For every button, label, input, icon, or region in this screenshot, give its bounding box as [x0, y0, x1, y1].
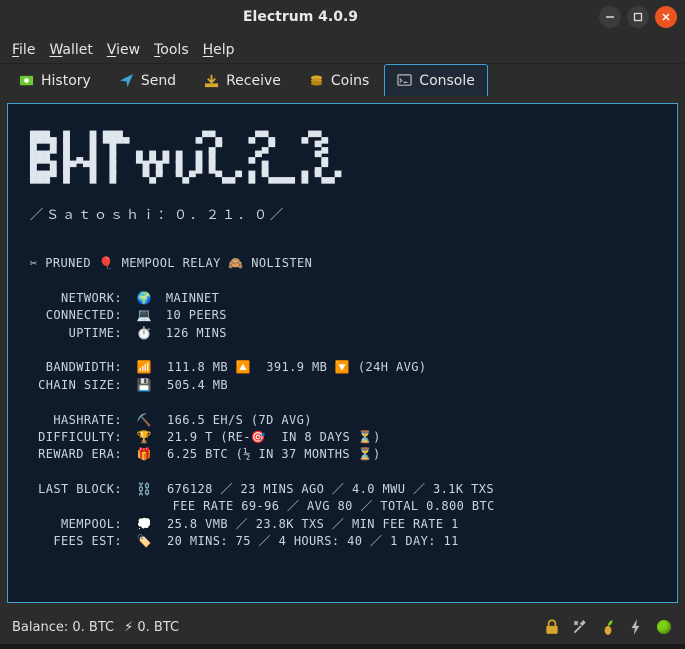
menubar: File Wallet View Tools Help	[0, 34, 685, 64]
network-status-icon[interactable]	[655, 618, 673, 636]
menu-file[interactable]: File	[12, 42, 35, 58]
menu-view[interactable]: View	[107, 42, 140, 58]
console-output: ███▄ █ █ ███▄ ▄▀▀▄ ▄▀▀▄ ▄▀▀▄ █ █ █ █ █ ▄…	[7, 103, 678, 603]
tab-label: Coins	[331, 73, 369, 89]
window-close-button[interactable]	[655, 6, 677, 28]
menu-tools[interactable]: Tools	[154, 42, 189, 58]
history-icon	[19, 73, 34, 88]
send-icon	[119, 73, 134, 88]
window-maximize-button[interactable]	[627, 6, 649, 28]
tab-send[interactable]: Send	[106, 64, 189, 96]
tab-receive[interactable]: Receive	[191, 64, 294, 96]
satoshi-line: ／Ｓａｔｏｓｈｉ：０．２１．０／	[30, 207, 661, 226]
statusbar: Balance: 0. BTC ⚡ 0. BTC	[0, 610, 685, 644]
coins-icon	[309, 73, 324, 88]
tab-console[interactable]: Console	[384, 64, 488, 96]
tabbar: History Send Receive Coins Console	[0, 64, 685, 96]
tab-coins[interactable]: Coins	[296, 64, 382, 96]
lightning-balance: ⚡ 0. BTC	[124, 620, 179, 635]
tab-label: History	[41, 73, 91, 89]
lightning-icon[interactable]	[627, 618, 645, 636]
tab-history[interactable]: History	[6, 64, 104, 96]
window-minimize-button[interactable]	[599, 6, 621, 28]
console-icon	[397, 73, 412, 88]
tab-label: Console	[419, 73, 475, 89]
console-body: ✂ PRUNED 🎈 MEMPOOL RELAY 🙈 NOLISTEN NETW…	[30, 255, 661, 551]
ascii-banner: ███▄ █ █ ███▄ ▄▀▀▄ ▄▀▀▄ ▄▀▀▄ █ █ █ █ █ ▄…	[30, 133, 661, 183]
preferences-icon[interactable]	[571, 618, 589, 636]
menu-wallet[interactable]: Wallet	[49, 42, 92, 58]
seed-icon[interactable]	[599, 618, 617, 636]
lock-icon[interactable]	[543, 618, 561, 636]
menu-help[interactable]: Help	[203, 42, 235, 58]
tab-label: Send	[141, 73, 176, 89]
balance-text: Balance: 0. BTC	[12, 620, 114, 635]
tab-label: Receive	[226, 73, 281, 89]
receive-icon	[204, 73, 219, 88]
window-titlebar: Electrum 4.0.9	[0, 0, 685, 34]
window-title: Electrum 4.0.9	[8, 9, 593, 25]
